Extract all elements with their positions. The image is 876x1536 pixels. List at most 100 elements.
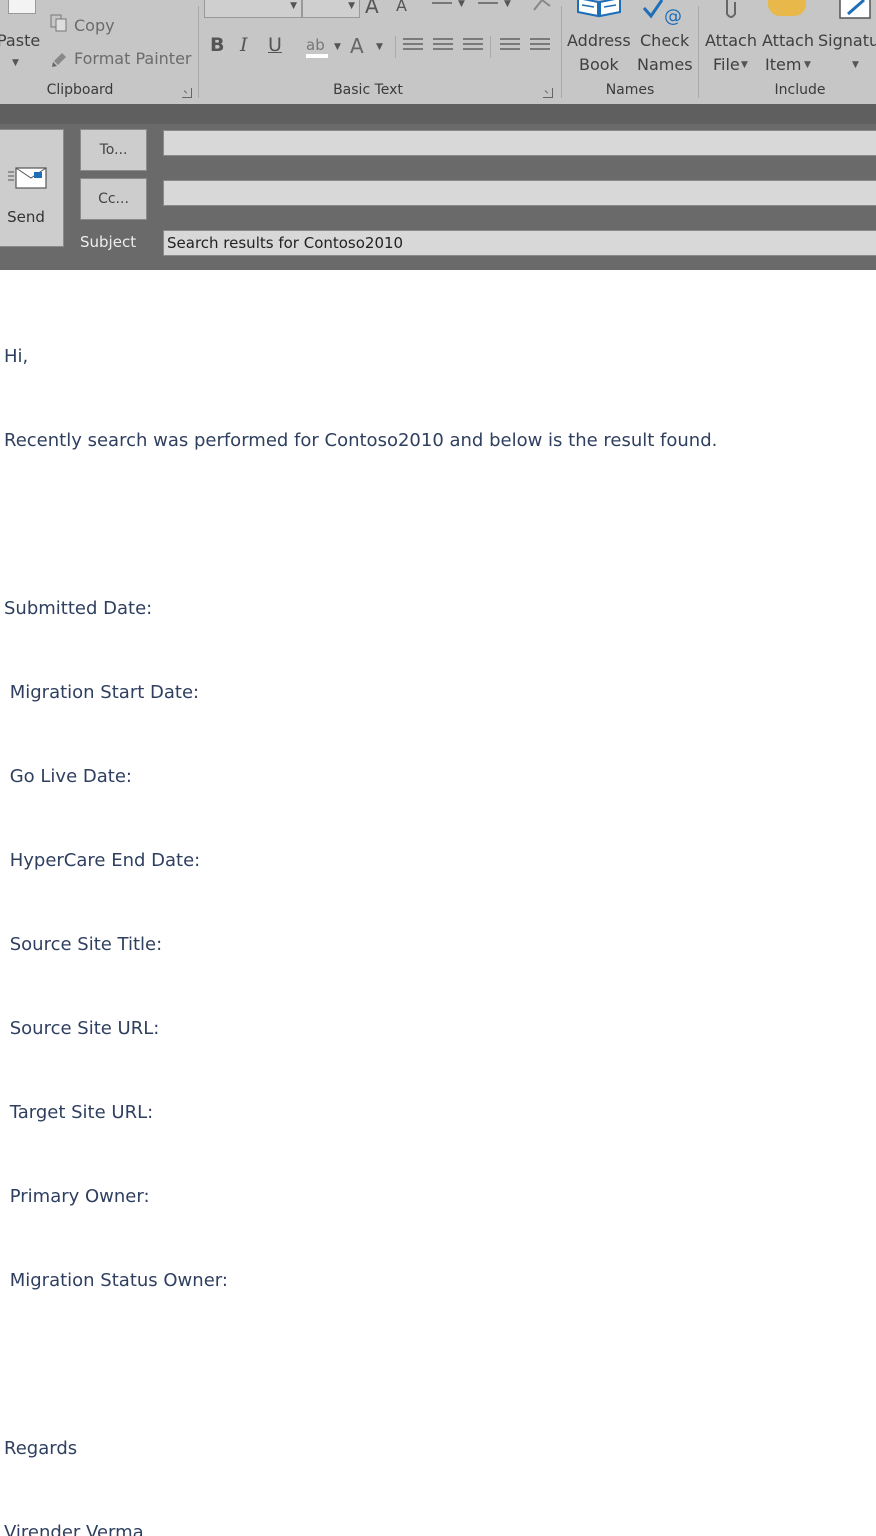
svg-text:@: @ — [664, 6, 682, 26]
body-line: Source Site URL: — [4, 1018, 160, 1039]
check-names-button[interactable]: @ Check Names — [634, 0, 694, 78]
body-line: Migration Status Owner: — [4, 1270, 228, 1291]
font-size-dropdown-icon: ▼ — [348, 1, 355, 11]
body-line — [4, 511, 717, 539]
italic-button[interactable]: I — [240, 34, 248, 56]
address-book-icon — [577, 0, 621, 18]
basic-text-inner-divider-2 — [490, 36, 491, 58]
shrink-font-button[interactable]: A — [396, 0, 407, 15]
attach-item-button[interactable]: Attach Item ▼ — [760, 0, 818, 78]
bullets-icon — [432, 2, 452, 4]
highlight-icon: ab — [306, 36, 325, 54]
increase-indent-button[interactable] — [530, 38, 550, 54]
body-line: Target Site URL: — [4, 1102, 154, 1123]
clipboard-divider — [198, 6, 199, 98]
numbering-icon — [478, 2, 498, 4]
message-body-area[interactable]: Hi, Recently search was performed for Co… — [0, 270, 876, 1536]
attach-item-label-2: Item — [765, 55, 802, 74]
include-group-label: Include — [774, 82, 826, 98]
signature-dropdown-icon: ▼ — [852, 60, 859, 70]
signature-button[interactable]: Signatu ▼ — [818, 0, 876, 78]
clipboard-launcher-icon[interactable] — [182, 88, 192, 98]
grow-font-button[interactable]: A — [365, 0, 379, 18]
font-name-combo[interactable]: ▼ — [204, 0, 302, 18]
to-button[interactable]: To... — [80, 129, 147, 171]
copy-icon — [50, 14, 67, 32]
body-line: Go Live Date: — [4, 766, 132, 787]
format-painter-button[interactable]: Format Painter — [48, 44, 198, 70]
clipboard-group-label: Clipboard — [46, 82, 114, 98]
names-group-label: Names — [605, 82, 655, 98]
body-line: HyperCare End Date: — [4, 850, 201, 871]
message-body[interactable]: Hi, Recently search was performed for Co… — [4, 287, 717, 1536]
names-divider — [698, 6, 699, 98]
bullets-button[interactable]: ▼ — [430, 0, 470, 12]
bullets-dropdown-icon: ▼ — [458, 0, 465, 9]
align-right-button[interactable] — [463, 38, 483, 54]
basic-text-launcher-icon[interactable] — [543, 88, 553, 98]
check-names-label-1: Check — [640, 31, 690, 50]
send-label: Send — [7, 208, 45, 226]
font-color-dropdown-icon: ▼ — [376, 42, 383, 52]
bold-button[interactable]: B — [210, 34, 224, 56]
highlight-color-bar — [306, 54, 328, 58]
header-top-strip — [0, 104, 876, 124]
body-line: Submitted Date: — [4, 598, 153, 619]
send-envelope-icon — [8, 167, 47, 189]
paste-label: Paste — [0, 31, 41, 50]
attach-file-label-1: Attach — [705, 31, 757, 50]
numbering-button[interactable]: ▼ — [476, 0, 516, 12]
attach-item-icon — [768, 0, 806, 16]
numbering-dropdown-icon: ▼ — [504, 0, 511, 9]
check-names-label-2: Names — [637, 55, 693, 74]
format-painter-label: Format Painter — [74, 49, 192, 68]
signature-icon — [839, 0, 871, 19]
address-book-label-1: Address — [567, 31, 631, 50]
clear-formatting-icon[interactable] — [532, 0, 554, 12]
format-painter-icon — [52, 53, 66, 67]
highlight-button[interactable]: ab ▼ — [304, 34, 344, 60]
body-line: Recently search was performed for Contos… — [4, 430, 718, 451]
align-center-button[interactable] — [433, 38, 453, 54]
address-book-button[interactable]: Address Book — [565, 0, 633, 78]
body-line: Virender Verma — [4, 1522, 144, 1536]
paste-dropdown-icon: ▼ — [12, 58, 19, 68]
font-size-combo[interactable]: ▼ — [302, 0, 360, 18]
body-line: Source Site Title: — [4, 934, 163, 955]
attach-file-dropdown-icon: ▼ — [741, 60, 748, 70]
attach-file-button[interactable]: Attach File ▼ — [703, 0, 759, 78]
copy-button[interactable]: Copy — [48, 12, 148, 36]
cc-field[interactable] — [163, 180, 876, 206]
check-names-icon: @ — [642, 0, 682, 26]
send-button[interactable]: Send — [0, 129, 64, 247]
basic-text-inner-divider — [395, 36, 396, 58]
underline-button[interactable]: U — [268, 34, 282, 56]
highlight-dropdown-icon: ▼ — [334, 42, 341, 52]
message-header: Send To... Cc... Subject Search results … — [0, 104, 876, 270]
decrease-indent-button[interactable] — [500, 38, 520, 54]
cc-button[interactable]: Cc... — [80, 178, 147, 220]
signature-label: Signatu — [818, 31, 876, 50]
body-line: Regards — [4, 1438, 78, 1459]
attach-item-label-1: Attach — [762, 31, 814, 50]
body-line: Hi, — [4, 346, 29, 367]
align-left-button[interactable] — [403, 38, 423, 54]
ribbon: Paste ▼ Copy Format Painter Clipboard ▼ … — [0, 0, 876, 104]
basic-text-divider — [561, 6, 562, 98]
font-name-dropdown-icon: ▼ — [290, 1, 297, 11]
basic-text-group-label: Basic Text — [333, 82, 403, 98]
body-line: Primary Owner: — [4, 1186, 150, 1207]
body-line — [4, 1351, 717, 1379]
subject-label: Subject — [80, 233, 137, 251]
to-field[interactable] — [163, 130, 876, 156]
font-color-button[interactable]: A ▼ — [350, 32, 390, 60]
address-book-label-2: Book — [579, 55, 619, 74]
paperclip-icon — [726, 0, 736, 18]
body-line: Migration Start Date: — [4, 682, 200, 703]
attach-file-label-2: File — [713, 55, 740, 74]
subject-field[interactable]: Search results for Contoso2010 — [163, 230, 876, 256]
paste-button[interactable]: Paste ▼ — [0, 0, 44, 80]
attach-item-dropdown-icon: ▼ — [804, 60, 811, 70]
copy-label: Copy — [74, 16, 115, 35]
font-color-icon: A — [350, 34, 364, 58]
